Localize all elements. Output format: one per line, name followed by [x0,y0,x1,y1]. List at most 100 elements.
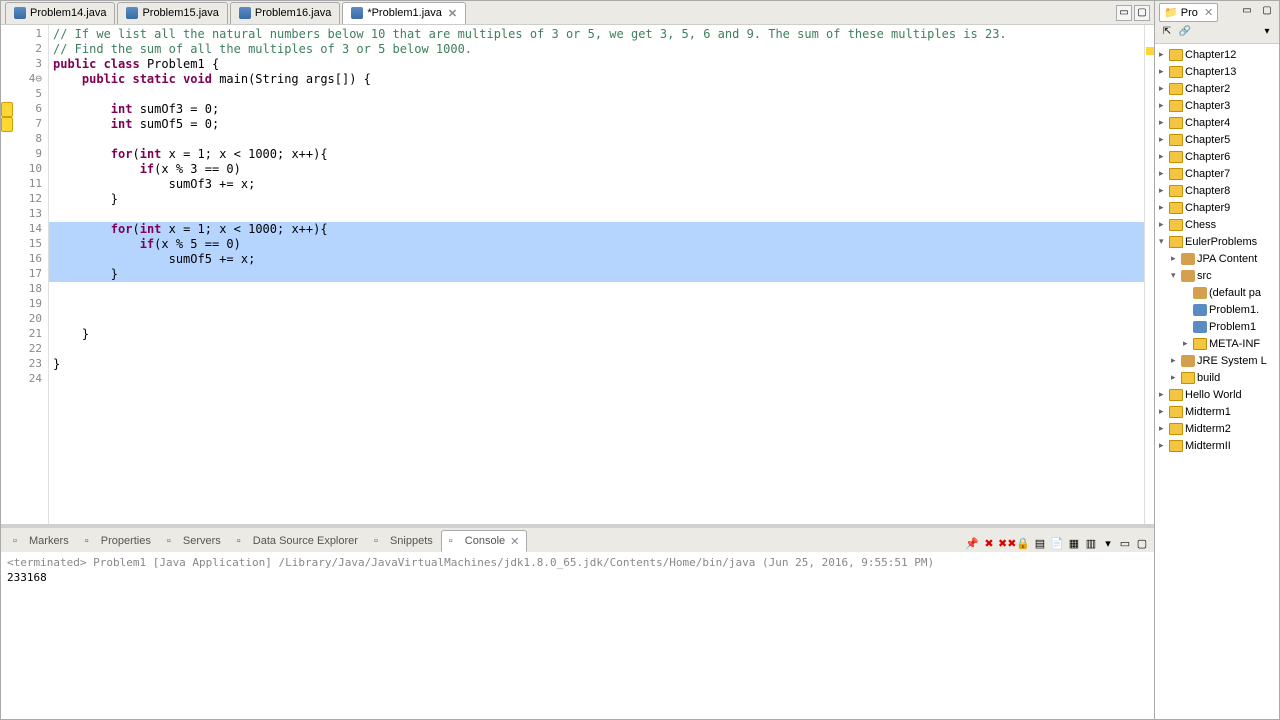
scroll-lock-button[interactable]: 🔒 [1015,536,1031,552]
line-number[interactable]: 3 [13,57,48,72]
line-number[interactable]: 2 [13,42,48,57]
code-line[interactable]: } [49,192,1144,207]
code-line[interactable] [49,297,1144,312]
overview-ruler[interactable] [1144,25,1154,524]
line-number[interactable]: 6 [13,102,48,117]
tree-expand-icon[interactable]: ▾ [1159,236,1169,247]
tree-item-midterm1[interactable]: ▸Midterm1 [1155,403,1279,420]
line-number[interactable]: 17 [13,267,48,282]
code-line[interactable] [49,282,1144,297]
code-line[interactable]: int sumOf3 = 0; [49,102,1144,117]
editor-tab-0[interactable]: Problem14.java [5,2,115,24]
tree-item-hello-world[interactable]: ▸Hello World [1155,386,1279,403]
line-number[interactable]: 14 [13,222,48,237]
close-tab-icon[interactable]: ✕ [448,7,457,20]
line-number[interactable]: 11 [13,177,48,192]
code-line[interactable]: sumOf3 += x; [49,177,1144,192]
maximize-bottom-button[interactable]: ▢ [1134,536,1150,552]
tree-item-build[interactable]: ▸build [1155,369,1279,386]
line-number[interactable]: 9 [13,147,48,162]
tree-item-chapter8[interactable]: ▸Chapter8 [1155,182,1279,199]
tree-item-chapter9[interactable]: ▸Chapter9 [1155,199,1279,216]
tree-item-chapter13[interactable]: ▸Chapter13 [1155,63,1279,80]
open-console-button[interactable]: ▦ [1066,536,1082,552]
code-line[interactable]: } [49,327,1144,342]
tree-item-chess[interactable]: ▸Chess [1155,216,1279,233]
line-number[interactable]: 8 [13,132,48,147]
tree-expand-icon[interactable]: ▸ [1183,338,1193,349]
line-number[interactable]: 10 [13,162,48,177]
remove-launch-button[interactable]: ✖ [981,536,997,552]
code-line[interactable] [49,132,1144,147]
tree-expand-icon[interactable]: ▸ [1159,219,1169,230]
clear-console-button[interactable]: 📄 [1049,536,1065,552]
bottom-tab-properties[interactable]: ▫Properties [77,530,159,552]
tree-expand-icon[interactable]: ▸ [1159,423,1169,434]
tree-item-chapter5[interactable]: ▸Chapter5 [1155,131,1279,148]
code-line[interactable]: public static void main(String args[]) { [49,72,1144,87]
right-minimize-button[interactable]: ▭ [1239,5,1255,19]
tree-expand-icon[interactable]: ▸ [1159,117,1169,128]
tree-expand-icon[interactable]: ▸ [1171,355,1181,366]
editor-tab-2[interactable]: Problem16.java [230,2,340,24]
tree-item-eulerproblems[interactable]: ▾EulerProblems [1155,233,1279,250]
tree-expand-icon[interactable]: ▸ [1159,134,1169,145]
bottom-tab-markers[interactable]: ▫Markers [5,530,77,552]
bottom-tab-servers[interactable]: ▫Servers [159,530,229,552]
line-number[interactable]: 21 [13,327,48,342]
code-line[interactable]: // Find the sum of all the multiples of … [49,42,1144,57]
code-editor[interactable]: 1234⊖56789101112131415161718192021222324… [1,25,1154,524]
right-maximize-button[interactable]: ▢ [1259,5,1275,19]
line-number[interactable]: 13 [13,207,48,222]
tree-expand-icon[interactable]: ▸ [1159,151,1169,162]
tree-item-src[interactable]: ▾src [1155,267,1279,284]
code-line[interactable]: if(x % 5 == 0) [49,237,1144,252]
project-explorer-tab[interactable]: 📁 Pro ✕ [1159,3,1218,22]
tree-expand-icon[interactable]: ▸ [1159,406,1169,417]
code-line[interactable] [49,312,1144,327]
tree-expand-icon[interactable]: ▾ [1171,270,1181,281]
view-menu-button[interactable]: ▾ [1259,26,1275,40]
tree-expand-icon[interactable]: ▸ [1159,49,1169,60]
tree-expand-icon[interactable]: ▸ [1171,253,1181,264]
code-line[interactable]: // If we list all the natural numbers be… [49,27,1144,42]
project-tree[interactable]: ▸Chapter12▸Chapter13▸Chapter2▸Chapter3▸C… [1155,44,1279,719]
line-number[interactable]: 24 [13,372,48,387]
tree-item-problem1-[interactable]: Problem1. [1155,301,1279,318]
tree-item-jre-system-l[interactable]: ▸JRE System L [1155,352,1279,369]
code-line[interactable]: } [49,357,1144,372]
warning-marker-icon[interactable] [1,102,13,117]
collapse-all-button[interactable]: ⇱ [1159,26,1175,40]
console-output[interactable]: <terminated> Problem1 [Java Application]… [1,552,1154,719]
display-selected-button[interactable]: ▥ [1083,536,1099,552]
tree-item-chapter2[interactable]: ▸Chapter2 [1155,80,1279,97]
line-number[interactable]: 4⊖ [13,72,48,87]
pin-console-button[interactable]: 📌 [964,536,980,552]
close-icon[interactable]: ✕ [510,535,519,548]
code-line[interactable]: sumOf5 += x; [49,252,1144,267]
tree-item-midterm2[interactable]: ▸Midterm2 [1155,420,1279,437]
line-number[interactable]: 16 [13,252,48,267]
code-line[interactable] [49,207,1144,222]
code-line[interactable]: for(int x = 1; x < 1000; x++){ [49,222,1144,237]
tree-item-problem1[interactable]: Problem1 [1155,318,1279,335]
tree-item-chapter7[interactable]: ▸Chapter7 [1155,165,1279,182]
tree-item-midtermii[interactable]: ▸MidtermII [1155,437,1279,454]
line-number[interactable]: 18 [13,282,48,297]
code-line[interactable]: if(x % 3 == 0) [49,162,1144,177]
editor-tab-3[interactable]: *Problem1.java✕ [342,2,466,24]
maximize-view-button[interactable]: ▢ [1134,5,1150,21]
code-line[interactable] [49,87,1144,102]
line-number[interactable]: 5 [13,87,48,102]
tree-item-chapter12[interactable]: ▸Chapter12 [1155,46,1279,63]
tree-item-jpa-content[interactable]: ▸JPA Content [1155,250,1279,267]
line-number[interactable]: 1 [13,27,48,42]
line-number[interactable]: 15 [13,237,48,252]
tree-item-chapter6[interactable]: ▸Chapter6 [1155,148,1279,165]
code-line[interactable] [49,342,1144,357]
tree-expand-icon[interactable]: ▸ [1159,185,1169,196]
remove-all-launches-button[interactable]: ✖✖ [998,536,1014,552]
tree-expand-icon[interactable]: ▸ [1159,83,1169,94]
line-number[interactable]: 23 [13,357,48,372]
new-console-button[interactable]: ▾ [1100,536,1116,552]
